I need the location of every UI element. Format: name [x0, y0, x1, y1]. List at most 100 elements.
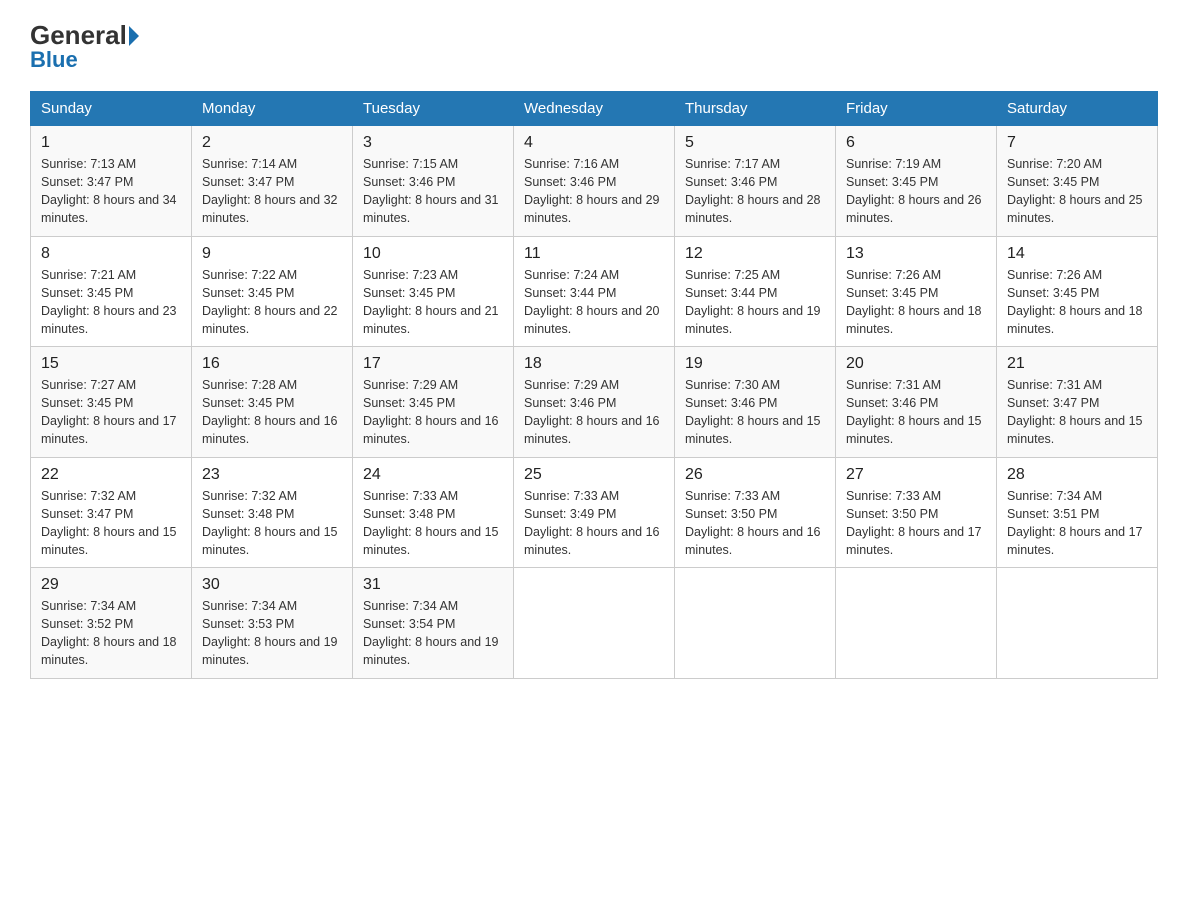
day-info: Sunrise: 7:28 AMSunset: 3:45 PMDaylight:… [202, 376, 342, 449]
day-info: Sunrise: 7:17 AMSunset: 3:46 PMDaylight:… [685, 155, 825, 228]
calendar-week-2: 8Sunrise: 7:21 AMSunset: 3:45 PMDaylight… [31, 236, 1158, 347]
calendar-cell: 16 Sunrise: 7:28 AMSunset: 3:45 PMDayligh… [192, 347, 353, 458]
calendar-cell: 9Sunrise: 7:22 AMSunset: 3:45 PMDaylight… [192, 236, 353, 347]
day-info: Sunrise: 7:16 AMSunset: 3:46 PMDaylight:… [524, 155, 664, 228]
day-number: 19 [685, 355, 825, 373]
day-info: Sunrise: 7:33 AMSunset: 3:50 PMDaylight:… [685, 487, 825, 560]
column-header-thursday: Thursday [675, 92, 836, 126]
day-number: 13 [846, 245, 986, 263]
column-header-saturday: Saturday [997, 92, 1158, 126]
calendar-cell: 30 Sunrise: 7:34 AMSunset: 3:53 PMDayligh… [192, 568, 353, 679]
calendar-cell: 21Sunrise: 7:31 AMSunset: 3:47 PMDayligh… [997, 347, 1158, 458]
day-number: 11 [524, 245, 664, 263]
day-info: Sunrise: 7:32 AMSunset: 3:48 PMDaylight:… [202, 487, 342, 560]
calendar-cell [836, 568, 997, 679]
calendar-week-3: 15 Sunrise: 7:27 AMSunset: 3:45 PMDayligh… [31, 347, 1158, 458]
calendar-cell: 8Sunrise: 7:21 AMSunset: 3:45 PMDaylight… [31, 236, 192, 347]
day-number: 16 [202, 355, 342, 373]
calendar-cell: 27 Sunrise: 7:33 AMSunset: 3:50 PMDayligh… [836, 457, 997, 568]
column-header-friday: Friday [836, 92, 997, 126]
calendar-week-1: 1Sunrise: 7:13 AMSunset: 3:47 PMDaylight… [31, 126, 1158, 237]
day-info: Sunrise: 7:26 AMSunset: 3:45 PMDaylight:… [846, 266, 986, 339]
day-info: Sunrise: 7:34 AMSunset: 3:53 PMDaylight:… [202, 597, 342, 670]
calendar-cell: 4 Sunrise: 7:16 AMSunset: 3:46 PMDaylight… [514, 126, 675, 237]
calendar-cell [997, 568, 1158, 679]
day-number: 18 [524, 355, 664, 373]
calendar-cell: 1Sunrise: 7:13 AMSunset: 3:47 PMDaylight… [31, 126, 192, 237]
day-number: 5 [685, 134, 825, 152]
day-info: Sunrise: 7:27 AMSunset: 3:45 PMDaylight:… [41, 376, 181, 449]
day-info: Sunrise: 7:26 AMSunset: 3:45 PMDaylight:… [1007, 266, 1147, 339]
calendar-cell: 11 Sunrise: 7:24 AMSunset: 3:44 PMDayligh… [514, 236, 675, 347]
calendar-cell: 22 Sunrise: 7:32 AMSunset: 3:47 PMDayligh… [31, 457, 192, 568]
day-info: Sunrise: 7:30 AMSunset: 3:46 PMDaylight:… [685, 376, 825, 449]
calendar-table: SundayMondayTuesdayWednesdayThursdayFrid… [30, 91, 1158, 679]
day-number: 9 [202, 245, 342, 263]
day-info: Sunrise: 7:33 AMSunset: 3:49 PMDaylight:… [524, 487, 664, 560]
day-number: 17 [363, 355, 503, 373]
calendar-header-row: SundayMondayTuesdayWednesdayThursdayFrid… [31, 92, 1158, 126]
day-number: 23 [202, 466, 342, 484]
calendar-cell [514, 568, 675, 679]
calendar-cell: 3 Sunrise: 7:15 AMSunset: 3:46 PMDaylight… [353, 126, 514, 237]
calendar-cell [675, 568, 836, 679]
calendar-cell: 15 Sunrise: 7:27 AMSunset: 3:45 PMDayligh… [31, 347, 192, 458]
day-info: Sunrise: 7:13 AMSunset: 3:47 PMDaylight:… [41, 155, 181, 228]
calendar-cell: 25 Sunrise: 7:33 AMSunset: 3:49 PMDayligh… [514, 457, 675, 568]
day-info: Sunrise: 7:34 AMSunset: 3:51 PMDaylight:… [1007, 487, 1147, 560]
day-info: Sunrise: 7:19 AMSunset: 3:45 PMDaylight:… [846, 155, 986, 228]
day-number: 28 [1007, 466, 1147, 484]
day-info: Sunrise: 7:24 AMSunset: 3:44 PMDaylight:… [524, 266, 664, 339]
day-info: Sunrise: 7:29 AMSunset: 3:45 PMDaylight:… [363, 376, 503, 449]
day-number: 4 [524, 134, 664, 152]
day-info: Sunrise: 7:20 AMSunset: 3:45 PMDaylight:… [1007, 155, 1147, 228]
day-number: 26 [685, 466, 825, 484]
logo-triangle-icon [129, 26, 139, 46]
calendar-cell: 12 Sunrise: 7:25 AMSunset: 3:44 PMDayligh… [675, 236, 836, 347]
calendar-cell: 14Sunrise: 7:26 AMSunset: 3:45 PMDayligh… [997, 236, 1158, 347]
logo-blue-text: Blue [30, 47, 78, 73]
day-number: 27 [846, 466, 986, 484]
calendar-cell: 29Sunrise: 7:34 AMSunset: 3:52 PMDayligh… [31, 568, 192, 679]
column-header-wednesday: Wednesday [514, 92, 675, 126]
day-info: Sunrise: 7:15 AMSunset: 3:46 PMDaylight:… [363, 155, 503, 228]
page-header: General Blue [30, 20, 1158, 73]
calendar-cell: 2Sunrise: 7:14 AMSunset: 3:47 PMDaylight… [192, 126, 353, 237]
day-number: 6 [846, 134, 986, 152]
calendar-cell: 5 Sunrise: 7:17 AMSunset: 3:46 PMDaylight… [675, 126, 836, 237]
day-number: 10 [363, 245, 503, 263]
calendar-cell: 24 Sunrise: 7:33 AMSunset: 3:48 PMDayligh… [353, 457, 514, 568]
day-number: 3 [363, 134, 503, 152]
day-info: Sunrise: 7:33 AMSunset: 3:48 PMDaylight:… [363, 487, 503, 560]
day-info: Sunrise: 7:25 AMSunset: 3:44 PMDaylight:… [685, 266, 825, 339]
day-number: 2 [202, 134, 342, 152]
day-number: 31 [363, 576, 503, 594]
column-header-monday: Monday [192, 92, 353, 126]
calendar-cell: 31Sunrise: 7:34 AMSunset: 3:54 PMDayligh… [353, 568, 514, 679]
column-header-tuesday: Tuesday [353, 92, 514, 126]
day-info: Sunrise: 7:32 AMSunset: 3:47 PMDaylight:… [41, 487, 181, 560]
day-number: 30 [202, 576, 342, 594]
calendar-cell: 10 Sunrise: 7:23 AMSunset: 3:45 PMDayligh… [353, 236, 514, 347]
day-number: 8 [41, 245, 181, 263]
day-info: Sunrise: 7:23 AMSunset: 3:45 PMDaylight:… [363, 266, 503, 339]
day-number: 20 [846, 355, 986, 373]
day-number: 12 [685, 245, 825, 263]
day-info: Sunrise: 7:31 AMSunset: 3:47 PMDaylight:… [1007, 376, 1147, 449]
day-info: Sunrise: 7:33 AMSunset: 3:50 PMDaylight:… [846, 487, 986, 560]
day-number: 25 [524, 466, 664, 484]
day-number: 24 [363, 466, 503, 484]
calendar-cell: 18Sunrise: 7:29 AMSunset: 3:46 PMDayligh… [514, 347, 675, 458]
day-number: 15 [41, 355, 181, 373]
day-number: 29 [41, 576, 181, 594]
calendar-cell: 19 Sunrise: 7:30 AMSunset: 3:46 PMDayligh… [675, 347, 836, 458]
calendar-week-5: 29Sunrise: 7:34 AMSunset: 3:52 PMDayligh… [31, 568, 1158, 679]
calendar-cell: 28 Sunrise: 7:34 AMSunset: 3:51 PMDayligh… [997, 457, 1158, 568]
day-number: 22 [41, 466, 181, 484]
calendar-cell: 20 Sunrise: 7:31 AMSunset: 3:46 PMDayligh… [836, 347, 997, 458]
column-header-sunday: Sunday [31, 92, 192, 126]
calendar-cell: 17 Sunrise: 7:29 AMSunset: 3:45 PMDayligh… [353, 347, 514, 458]
calendar-cell: 23 Sunrise: 7:32 AMSunset: 3:48 PMDayligh… [192, 457, 353, 568]
calendar-cell: 7Sunrise: 7:20 AMSunset: 3:45 PMDaylight… [997, 126, 1158, 237]
day-info: Sunrise: 7:31 AMSunset: 3:46 PMDaylight:… [846, 376, 986, 449]
